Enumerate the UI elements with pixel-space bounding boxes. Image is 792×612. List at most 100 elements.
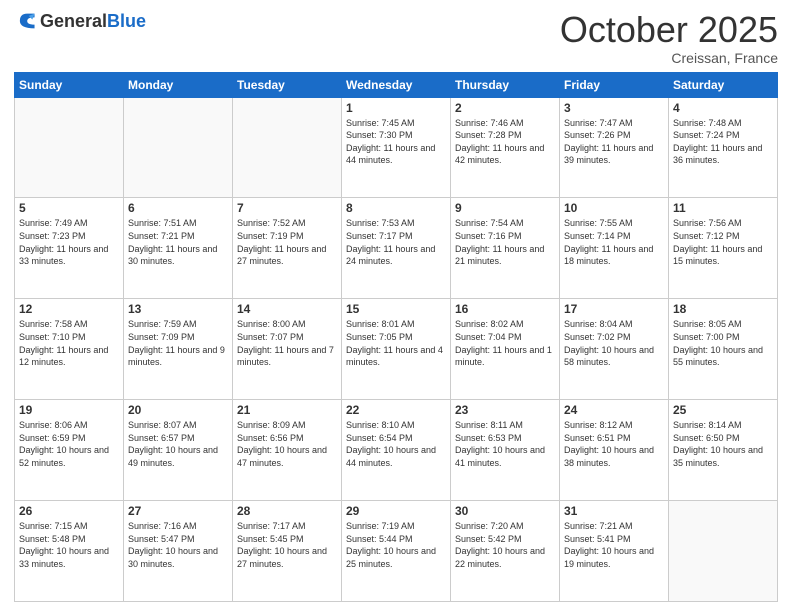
calendar-week-row: 26 Sunrise: 7:15 AM Sunset: 5:48 PM Dayli…: [15, 501, 778, 602]
calendar-day-cell: 12 Sunrise: 7:58 AM Sunset: 7:10 PM Dayli…: [15, 299, 124, 400]
calendar-day-cell: 23 Sunrise: 8:11 AM Sunset: 6:53 PM Dayli…: [451, 400, 560, 501]
calendar-day-cell: 21 Sunrise: 8:09 AM Sunset: 6:56 PM Dayli…: [233, 400, 342, 501]
day-info: Sunrise: 8:07 AM Sunset: 6:57 PM Dayligh…: [128, 419, 228, 469]
calendar-day-cell: 14Sunrise: 8:00 AM Sunset: 7:07 PM Dayli…: [233, 299, 342, 400]
calendar-day-cell: 10 Sunrise: 7:55 AM Sunset: 7:14 PM Dayli…: [560, 198, 669, 299]
day-info: Sunrise: 7:21 AM Sunset: 5:41 PM Dayligh…: [564, 520, 664, 570]
day-number: 22: [346, 403, 446, 417]
weekday-header-sunday: Sunday: [15, 72, 124, 97]
weekday-header-tuesday: Tuesday: [233, 72, 342, 97]
day-info: Sunrise: 7:54 AM Sunset: 7:16 PM Dayligh…: [455, 217, 555, 267]
day-info: Sunrise: 8:05 AM Sunset: 7:00 PM Dayligh…: [673, 318, 773, 368]
calendar-day-cell: [124, 97, 233, 198]
day-number: 20: [128, 403, 228, 417]
day-info: Sunrise: 7:58 AM Sunset: 7:10 PM Dayligh…: [19, 318, 119, 368]
calendar-day-cell: [15, 97, 124, 198]
day-number: 21: [237, 403, 337, 417]
day-number: 31: [564, 504, 664, 518]
location-label: Creissan, France: [560, 50, 778, 66]
day-number: 1: [346, 101, 446, 115]
calendar-day-cell: 24 Sunrise: 8:12 AM Sunset: 6:51 PM Dayli…: [560, 400, 669, 501]
day-info: Sunrise: 7:55 AM Sunset: 7:14 PM Dayligh…: [564, 217, 664, 267]
day-number: 10: [564, 201, 664, 215]
weekday-header-friday: Friday: [560, 72, 669, 97]
calendar-day-cell: 13Sunrise: 7:59 AM Sunset: 7:09 PM Dayli…: [124, 299, 233, 400]
day-number: 28: [237, 504, 337, 518]
calendar-day-cell: 16Sunrise: 8:02 AM Sunset: 7:04 PM Dayli…: [451, 299, 560, 400]
logo-text: GeneralBlue: [40, 11, 146, 32]
day-number: 19: [19, 403, 119, 417]
calendar-day-cell: 6Sunrise: 7:51 AM Sunset: 7:21 PM Daylig…: [124, 198, 233, 299]
month-year-title: October 2025: [560, 10, 778, 50]
calendar-week-row: 5Sunrise: 7:49 AM Sunset: 7:23 PM Daylig…: [15, 198, 778, 299]
weekday-header-wednesday: Wednesday: [342, 72, 451, 97]
day-info: Sunrise: 7:53 AM Sunset: 7:17 PM Dayligh…: [346, 217, 446, 267]
day-info: Sunrise: 7:46 AM Sunset: 7:28 PM Dayligh…: [455, 117, 555, 167]
day-number: 7: [237, 201, 337, 215]
day-info: Sunrise: 8:12 AM Sunset: 6:51 PM Dayligh…: [564, 419, 664, 469]
day-number: 27: [128, 504, 228, 518]
calendar-table: SundayMondayTuesdayWednesdayThursdayFrid…: [14, 72, 778, 602]
calendar-page: GeneralBlue October 2025 Creissan, Franc…: [0, 0, 792, 612]
calendar-day-cell: 1 Sunrise: 7:45 AM Sunset: 7:30 PM Daylig…: [342, 97, 451, 198]
day-info: Sunrise: 8:11 AM Sunset: 6:53 PM Dayligh…: [455, 419, 555, 469]
calendar-day-cell: 15 Sunrise: 8:01 AM Sunset: 7:05 PM Dayli…: [342, 299, 451, 400]
calendar-day-cell: 26 Sunrise: 7:15 AM Sunset: 5:48 PM Dayli…: [15, 501, 124, 602]
weekday-header-thursday: Thursday: [451, 72, 560, 97]
day-info: Sunrise: 7:51 AM Sunset: 7:21 PM Dayligh…: [128, 217, 228, 267]
day-info: Sunrise: 8:06 AM Sunset: 6:59 PM Dayligh…: [19, 419, 119, 469]
calendar-day-cell: [669, 501, 778, 602]
day-number: 17: [564, 302, 664, 316]
day-info: Sunrise: 7:59 AM Sunset: 7:09 PM Dayligh…: [128, 318, 228, 368]
calendar-day-cell: 31 Sunrise: 7:21 AM Sunset: 5:41 PM Dayli…: [560, 501, 669, 602]
calendar-day-cell: 22Sunrise: 8:10 AM Sunset: 6:54 PM Dayli…: [342, 400, 451, 501]
day-info: Sunrise: 8:01 AM Sunset: 7:05 PM Dayligh…: [346, 318, 446, 368]
day-number: 23: [455, 403, 555, 417]
calendar-day-cell: 4Sunrise: 7:48 AM Sunset: 7:24 PM Daylig…: [669, 97, 778, 198]
logo-icon: [14, 10, 36, 32]
calendar-day-cell: 30Sunrise: 7:20 AM Sunset: 5:42 PM Dayli…: [451, 501, 560, 602]
day-info: Sunrise: 7:45 AM Sunset: 7:30 PM Dayligh…: [346, 117, 446, 167]
day-number: 12: [19, 302, 119, 316]
weekday-header-row: SundayMondayTuesdayWednesdayThursdayFrid…: [15, 72, 778, 97]
day-number: 11: [673, 201, 773, 215]
calendar-day-cell: 17 Sunrise: 8:04 AM Sunset: 7:02 PM Dayli…: [560, 299, 669, 400]
logo-general: General: [40, 11, 107, 31]
logo: GeneralBlue: [14, 10, 146, 32]
day-number: 30: [455, 504, 555, 518]
day-info: Sunrise: 8:09 AM Sunset: 6:56 PM Dayligh…: [237, 419, 337, 469]
calendar-day-cell: 28 Sunrise: 7:17 AM Sunset: 5:45 PM Dayli…: [233, 501, 342, 602]
day-number: 18: [673, 302, 773, 316]
day-info: Sunrise: 7:47 AM Sunset: 7:26 PM Dayligh…: [564, 117, 664, 167]
day-info: Sunrise: 7:17 AM Sunset: 5:45 PM Dayligh…: [237, 520, 337, 570]
calendar-day-cell: 7Sunrise: 7:52 AM Sunset: 7:19 PM Daylig…: [233, 198, 342, 299]
day-number: 29: [346, 504, 446, 518]
day-number: 15: [346, 302, 446, 316]
calendar-day-cell: 3 Sunrise: 7:47 AM Sunset: 7:26 PM Daylig…: [560, 97, 669, 198]
calendar-day-cell: [233, 97, 342, 198]
day-info: Sunrise: 7:48 AM Sunset: 7:24 PM Dayligh…: [673, 117, 773, 167]
calendar-day-cell: 9Sunrise: 7:54 AM Sunset: 7:16 PM Daylig…: [451, 198, 560, 299]
title-block: October 2025 Creissan, France: [560, 10, 778, 66]
day-number: 26: [19, 504, 119, 518]
calendar-day-cell: 20 Sunrise: 8:07 AM Sunset: 6:57 PM Dayli…: [124, 400, 233, 501]
day-number: 14: [237, 302, 337, 316]
calendar-day-cell: 19 Sunrise: 8:06 AM Sunset: 6:59 PM Dayli…: [15, 400, 124, 501]
weekday-header-monday: Monday: [124, 72, 233, 97]
calendar-day-cell: 18 Sunrise: 8:05 AM Sunset: 7:00 PM Dayli…: [669, 299, 778, 400]
day-info: Sunrise: 8:04 AM Sunset: 7:02 PM Dayligh…: [564, 318, 664, 368]
day-info: Sunrise: 7:49 AM Sunset: 7:23 PM Dayligh…: [19, 217, 119, 267]
logo-blue: Blue: [107, 11, 146, 31]
calendar-day-cell: 27 Sunrise: 7:16 AM Sunset: 5:47 PM Dayli…: [124, 501, 233, 602]
day-number: 3: [564, 101, 664, 115]
calendar-day-cell: 2Sunrise: 7:46 AM Sunset: 7:28 PM Daylig…: [451, 97, 560, 198]
calendar-day-cell: 29 Sunrise: 7:19 AM Sunset: 5:44 PM Dayli…: [342, 501, 451, 602]
day-info: Sunrise: 7:19 AM Sunset: 5:44 PM Dayligh…: [346, 520, 446, 570]
day-number: 24: [564, 403, 664, 417]
day-info: Sunrise: 7:56 AM Sunset: 7:12 PM Dayligh…: [673, 217, 773, 267]
calendar-day-cell: 8Sunrise: 7:53 AM Sunset: 7:17 PM Daylig…: [342, 198, 451, 299]
page-header: GeneralBlue October 2025 Creissan, Franc…: [14, 10, 778, 66]
calendar-day-cell: 25Sunrise: 8:14 AM Sunset: 6:50 PM Dayli…: [669, 400, 778, 501]
day-info: Sunrise: 7:16 AM Sunset: 5:47 PM Dayligh…: [128, 520, 228, 570]
day-info: Sunrise: 7:15 AM Sunset: 5:48 PM Dayligh…: [19, 520, 119, 570]
